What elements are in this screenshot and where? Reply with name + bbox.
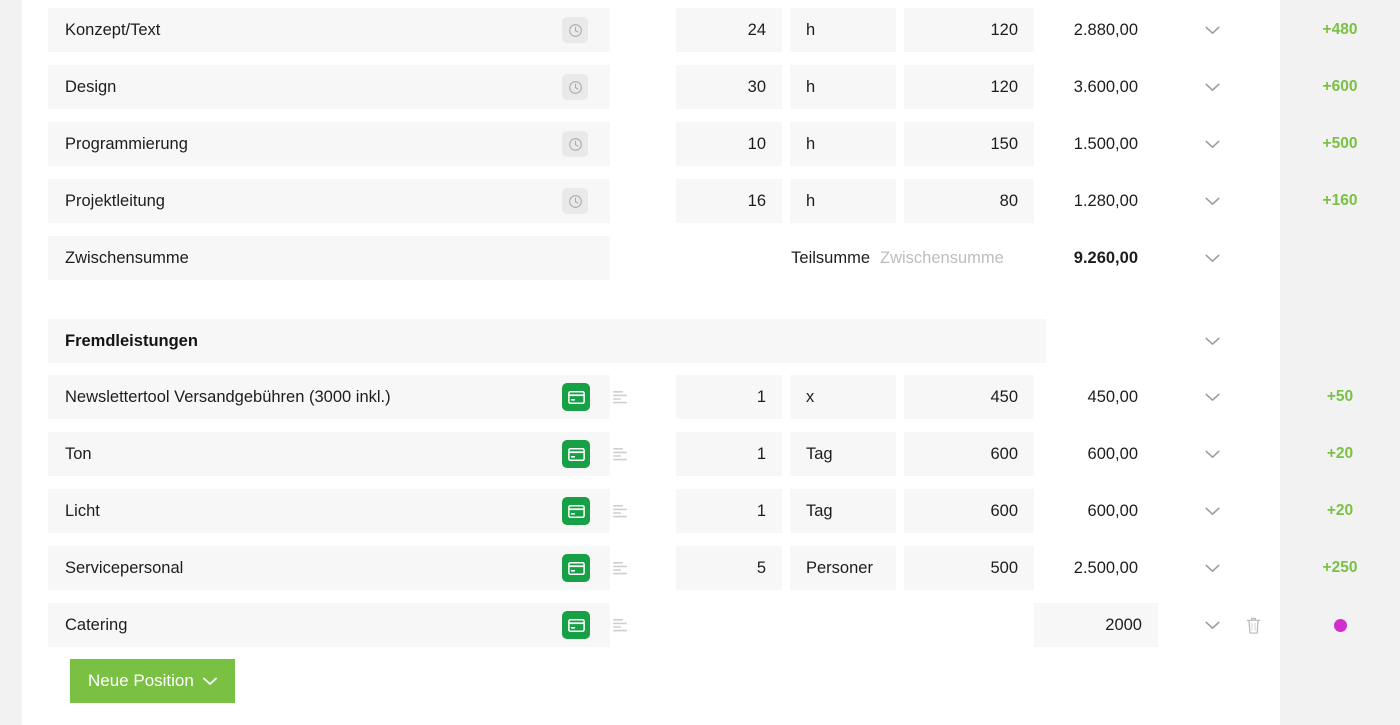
group-header-fremdleistungen[interactable]: Fremdleistungen	[48, 319, 1046, 363]
margin-badge: +250	[1280, 546, 1400, 590]
margin-badge: +20	[1280, 489, 1400, 533]
text-lines-icon[interactable]	[610, 614, 632, 636]
line-item-total-value: 2.500,00	[1034, 546, 1154, 590]
subtotal-name-field[interactable]: Zwischensumme	[48, 236, 610, 280]
row-expand-chevron-icon[interactable]	[1190, 8, 1234, 52]
line-item-unit-price-field[interactable]: 450	[904, 375, 1034, 419]
estimate-line-items-screen: Konzept/Text24h1202.880,00+480Design30h1…	[0, 0, 1400, 725]
line-item-name-field[interactable]: Design	[48, 65, 610, 109]
subtotal-total-value: 9.260,00	[1034, 236, 1154, 280]
line-item-unit-price-field[interactable]: 150	[904, 122, 1034, 166]
line-item-unit-field[interactable]: Tag	[790, 432, 896, 476]
status-dot-icon	[1280, 603, 1400, 647]
margin-badge: +160	[1280, 179, 1400, 223]
table-row: Newslettertool Versandgebühren (3000 ink…	[0, 375, 1400, 419]
clock-icon[interactable]	[562, 188, 588, 214]
new-position-label: Neue Position	[88, 671, 194, 691]
line-item-total-value: 1.280,00	[1034, 179, 1154, 223]
margin-badge: +500	[1280, 122, 1400, 166]
table-row: ZwischensummeTeilsummeZwischensumme9.260…	[0, 236, 1400, 280]
line-item-quantity-field[interactable]: 1	[676, 432, 782, 476]
line-item-quantity-field[interactable]: 16	[676, 179, 782, 223]
row-expand-chevron-icon[interactable]	[1190, 319, 1234, 363]
line-item-total-value: 1.500,00	[1034, 122, 1154, 166]
table-row: Design 30h1203.600,00	[0, 65, 1400, 109]
line-item-name-field[interactable]: Servicepersonal	[48, 546, 610, 590]
clock-icon[interactable]	[562, 131, 588, 157]
row-expand-chevron-icon[interactable]	[1190, 603, 1234, 647]
row-expand-chevron-icon[interactable]	[1190, 236, 1234, 280]
credit-card-icon[interactable]	[562, 497, 590, 525]
table-row: Servicepersonal 5Personer5002.500,00	[0, 546, 1400, 590]
line-item-name-field[interactable]: Projektleitung	[48, 179, 610, 223]
line-item-total-value: 600,00	[1034, 432, 1154, 476]
credit-card-icon[interactable]	[562, 383, 590, 411]
row-expand-chevron-icon[interactable]	[1190, 375, 1234, 419]
line-item-quantity-field[interactable]: 24	[676, 8, 782, 52]
line-item-unit-field[interactable]: h	[790, 65, 896, 109]
line-item-unit-field[interactable]: Tag	[790, 489, 896, 533]
line-item-unit-field[interactable]: x	[790, 375, 896, 419]
delete-row-trash-icon[interactable]	[1232, 603, 1274, 647]
chevron-down-icon	[203, 677, 217, 686]
line-item-unit-price-field[interactable]: 600	[904, 489, 1034, 533]
line-item-quantity-field[interactable]: 30	[676, 65, 782, 109]
line-item-name-field[interactable]: Newslettertool Versandgebühren (3000 ink…	[48, 375, 610, 419]
credit-card-icon[interactable]	[562, 554, 590, 582]
text-lines-icon[interactable]	[610, 443, 632, 465]
margin-badge: +600	[1280, 65, 1400, 109]
table-row: Programmierung 10h1501.500,00	[0, 122, 1400, 166]
line-item-name-field[interactable]: Catering	[48, 603, 610, 647]
new-position-button[interactable]: Neue Position	[70, 659, 235, 703]
row-expand-chevron-icon[interactable]	[1190, 489, 1234, 533]
subtotal-teilsumme-label: Teilsumme	[700, 236, 870, 280]
line-item-name-field[interactable]: Konzept/Text	[48, 8, 610, 52]
line-item-unit-price-field[interactable]: 600	[904, 432, 1034, 476]
row-expand-chevron-icon[interactable]	[1190, 122, 1234, 166]
line-item-total-value: 450,00	[1034, 375, 1154, 419]
row-expand-chevron-icon[interactable]	[1190, 179, 1234, 223]
line-item-name-field[interactable]: Ton	[48, 432, 610, 476]
row-expand-chevron-icon[interactable]	[1190, 546, 1234, 590]
table-row: Ton 1Tag600600,00	[0, 432, 1400, 476]
line-item-total-field[interactable]: 2000	[1034, 603, 1158, 647]
table-row: Konzept/Text 24h1202.880,00	[0, 8, 1400, 52]
credit-card-icon[interactable]	[562, 611, 590, 639]
row-expand-chevron-icon[interactable]	[1190, 65, 1234, 109]
clock-icon[interactable]	[562, 17, 588, 43]
line-item-unit-field[interactable]: h	[790, 122, 896, 166]
table-row: Catering 2000	[0, 603, 1400, 647]
text-lines-icon[interactable]	[610, 500, 632, 522]
line-item-unit-price-field[interactable]: 120	[904, 65, 1034, 109]
table-row: Licht 1Tag600600,00	[0, 489, 1400, 533]
margin-badge: +480	[1280, 8, 1400, 52]
table-row: Projektleitung 16h801.280,00	[0, 179, 1400, 223]
text-lines-icon[interactable]	[610, 557, 632, 579]
margin-badge: +50	[1280, 375, 1400, 419]
line-item-total-value: 600,00	[1034, 489, 1154, 533]
line-item-unit-field[interactable]: h	[790, 179, 896, 223]
margin-badge: +20	[1280, 432, 1400, 476]
subtotal-zwischensumme-placeholder[interactable]: Zwischensumme	[880, 236, 1040, 280]
row-expand-chevron-icon[interactable]	[1190, 432, 1234, 476]
line-item-quantity-field[interactable]: 10	[676, 122, 782, 166]
table-row: Fremdleistungen	[0, 319, 1400, 363]
line-item-unit-price-field[interactable]: 500	[904, 546, 1034, 590]
text-lines-icon[interactable]	[610, 386, 632, 408]
line-item-total-value: 3.600,00	[1034, 65, 1154, 109]
line-item-quantity-field[interactable]: 1	[676, 489, 782, 533]
credit-card-icon[interactable]	[562, 440, 590, 468]
line-item-unit-price-field[interactable]: 120	[904, 8, 1034, 52]
line-item-name-field[interactable]: Programmierung	[48, 122, 610, 166]
line-item-name-field[interactable]: Licht	[48, 489, 610, 533]
line-item-total-value: 2.880,00	[1034, 8, 1154, 52]
line-item-unit-field[interactable]: Personer	[790, 546, 896, 590]
line-item-quantity-field[interactable]: 1	[676, 375, 782, 419]
clock-icon[interactable]	[562, 74, 588, 100]
line-item-unit-field[interactable]: h	[790, 8, 896, 52]
line-item-unit-price-field[interactable]: 80	[904, 179, 1034, 223]
line-item-quantity-field[interactable]: 5	[676, 546, 782, 590]
